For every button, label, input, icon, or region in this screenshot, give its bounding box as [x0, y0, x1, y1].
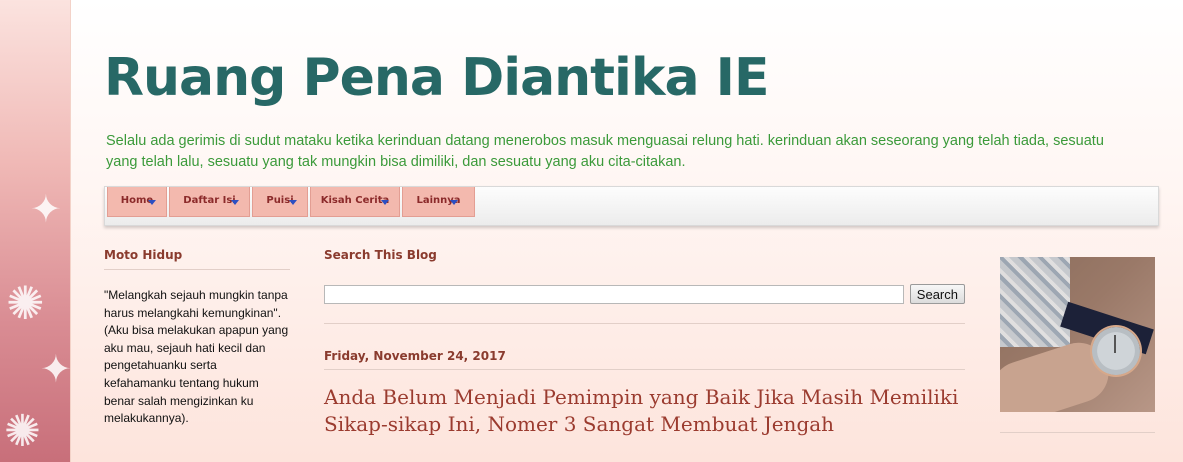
chevron-down-icon	[450, 200, 458, 205]
photo-detail	[1000, 257, 1070, 347]
leaf-icon: ✦	[30, 187, 62, 231]
chevron-down-icon	[381, 200, 389, 205]
menu-item-home[interactable]: Home	[107, 187, 167, 217]
main-menu: Home Daftar Isi Puisi Kisah Cerita Lainn…	[104, 186, 1159, 226]
search-button[interactable]: Search	[909, 284, 965, 304]
blog-description: Selalu ada gerimis di sudut mataku ketik…	[106, 133, 1104, 170]
photo-detail	[1114, 335, 1116, 353]
widget-title-moto-hidup: Moto Hidup	[104, 248, 290, 270]
search-form: Search	[324, 284, 965, 304]
menu-item-puisi[interactable]: Puisi	[252, 187, 308, 217]
menu-item-daftar-isi[interactable]: Daftar Isi	[169, 187, 250, 217]
search-input[interactable]	[324, 284, 904, 304]
leaf-icon: ✦	[40, 347, 70, 391]
profile-photo[interactable]	[1000, 257, 1155, 412]
sidebar-right	[1000, 257, 1155, 433]
sidebar-left: Moto Hidup "Melangkah sejauh mungkin tan…	[104, 248, 290, 428]
blog-title[interactable]: Ruang Pena Diantika IE	[104, 48, 770, 108]
left-decoration: ✦ ✺ ✦ ✺	[0, 0, 70, 462]
moto-hidup-text: "Melangkah sejauh mungkin tanpa harus me…	[104, 288, 289, 426]
leaf-icon: ✺	[4, 406, 41, 457]
menu-item-label: Daftar Isi	[183, 195, 236, 206]
chevron-down-icon	[231, 200, 239, 205]
divider	[1000, 432, 1155, 433]
divider	[324, 323, 965, 324]
chevron-down-icon	[289, 200, 297, 205]
leaf-icon: ✺	[6, 276, 45, 330]
menu-item-label: Kisah Cerita	[320, 195, 390, 206]
chevron-down-icon	[148, 200, 156, 205]
main-column: Search This Blog Search Friday, November…	[324, 248, 965, 438]
search-widget-title: Search This Blog	[324, 248, 437, 262]
watch-icon	[1092, 327, 1140, 375]
post-date-header: Friday, November 24, 2017	[324, 349, 965, 370]
post-title-link[interactable]: Anda Belum Menjadi Pemimpin yang Baik Ji…	[324, 384, 965, 438]
menu-item-kisah-cerita[interactable]: Kisah Cerita	[310, 187, 400, 217]
menu-item-lainnya[interactable]: Lainnya	[402, 187, 475, 217]
